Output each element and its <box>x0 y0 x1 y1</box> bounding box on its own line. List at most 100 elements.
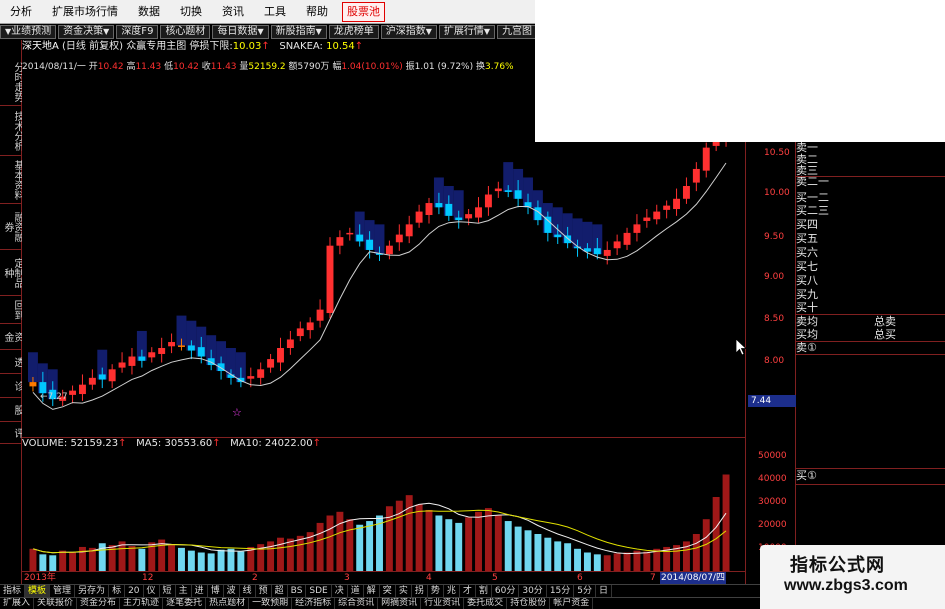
toolbar-ipo-guide[interactable]: 新股指南▼ <box>270 25 327 39</box>
indicator-tab[interactable]: 日 <box>596 585 613 597</box>
indicator-tab[interactable]: 实 <box>396 585 412 597</box>
volume-bar <box>603 555 611 571</box>
toolbar-dragon-tiger[interactable]: 龙虎榜单 <box>328 25 379 39</box>
function-tab[interactable]: 扩展入 <box>0 598 35 609</box>
close-value: 11.43 <box>210 62 237 72</box>
indicator-tab[interactable]: 兆 <box>444 585 460 597</box>
date-label: 12 <box>142 573 154 583</box>
menu-switch[interactable]: 切换 <box>170 0 212 24</box>
stock-name: 深天地A <box>22 41 59 52</box>
candle-body <box>336 237 344 246</box>
vtab-margin[interactable]: 融资融券 <box>0 204 22 250</box>
indicator-tab[interactable]: 预 <box>256 585 272 597</box>
indicator-tab[interactable]: 15分 <box>547 585 575 597</box>
indicator-tab[interactable]: 仪 <box>144 585 160 597</box>
indicator-tab[interactable]: 道 <box>348 585 364 597</box>
indicator-tab[interactable]: 割 <box>476 585 492 597</box>
total-buy-label: 总买 <box>874 328 896 341</box>
function-tab[interactable]: 主力轨迹 <box>120 598 164 609</box>
candle-body <box>623 232 631 245</box>
price-tick: 9.00 <box>764 272 785 282</box>
function-tab[interactable]: 逐笔委托 <box>163 598 207 609</box>
indicator-tab[interactable]: 势 <box>428 585 444 597</box>
toolbar-nine-grid[interactable]: 九宫图 <box>497 25 535 39</box>
toolbar-fund-decision[interactable]: 资金决策▼ <box>58 25 115 39</box>
indicator-tab[interactable]: 20 <box>125 585 144 597</box>
menu-tools[interactable]: 工具 <box>254 0 296 24</box>
volume-bar <box>435 515 443 571</box>
candle-body <box>158 348 166 354</box>
indicator-tab[interactable]: 标 <box>109 585 126 597</box>
indicator-tab[interactable]: SDE <box>306 585 332 597</box>
menu-data[interactable]: 数据 <box>128 0 170 24</box>
volume-chart[interactable] <box>22 450 745 571</box>
indicator-tab[interactable]: 才 <box>460 585 476 597</box>
function-tab[interactable]: 持仓股份 <box>507 598 551 609</box>
indicator-tab[interactable]: 模板 <box>25 585 51 597</box>
indicator-tab[interactable]: 另存为 <box>75 585 110 597</box>
menu-help[interactable]: 帮助 <box>296 0 338 24</box>
toolbar-extended-quotes[interactable]: 扩展行情▼ <box>438 25 496 39</box>
function-tab[interactable]: 经济指标 <box>292 598 336 609</box>
function-tab[interactable]: 关联报价 <box>34 598 78 609</box>
quote-date: 2014/08/11/一 <box>22 62 86 72</box>
vtab-back[interactable]: 回到 <box>0 296 22 324</box>
date-label: 4 <box>426 573 432 583</box>
vtab-diagnose[interactable]: 诊 <box>0 374 22 398</box>
toolbar-earnings-forecast[interactable]: ▼业绩预测 <box>0 25 57 39</box>
indicator-tab[interactable]: 拐 <box>412 585 428 597</box>
candle-body <box>673 198 681 210</box>
menu-stock-pool[interactable]: 股票池 <box>342 1 385 22</box>
toolbar-sh-sz-index[interactable]: 沪深指数▼ <box>380 25 437 39</box>
toolbar-depth-f9[interactable]: 深度F9 <box>116 25 159 39</box>
candle-body <box>247 376 255 379</box>
indicator-tab[interactable]: 博 <box>208 585 224 597</box>
vtab-thru[interactable]: 透 <box>0 350 22 374</box>
snake-value: 10.54 <box>326 41 355 52</box>
vtab-intraday[interactable]: 分时走势 <box>0 58 22 106</box>
up-arrow-icon: ↑ <box>261 41 270 52</box>
indicator-tab[interactable]: 超 <box>272 585 288 597</box>
indicator-tab[interactable]: 决 <box>332 585 348 597</box>
indicator-tab[interactable]: 解 <box>364 585 380 597</box>
indicator-tab[interactable]: 管理 <box>50 585 76 597</box>
function-tab[interactable]: 热点题材 <box>206 598 250 609</box>
mouse-cursor-icon <box>735 338 747 356</box>
function-tab[interactable]: 行业资讯 <box>421 598 465 609</box>
vtab-custom[interactable]: 定制品种 <box>0 250 22 296</box>
function-tab[interactable]: 帐户资金 <box>550 598 594 609</box>
date-label: 2013年 <box>24 573 56 583</box>
indicator-tab[interactable]: 指标 <box>0 585 26 597</box>
indicator-tab[interactable]: 主 <box>176 585 192 597</box>
book-row: 买四 <box>796 218 818 231</box>
toolbar-daily-data[interactable]: 每日数据▼ <box>212 25 269 39</box>
date-axis: 2013年 12 2 3 4 5 6 7 <box>22 572 745 584</box>
indicator-tab[interactable]: 线 <box>240 585 256 597</box>
function-tab[interactable]: 委托成交 <box>464 598 508 609</box>
toolbar-core-theme[interactable]: 核心题材 <box>160 25 211 39</box>
indicator-tab[interactable]: 60分 <box>492 585 520 597</box>
indicator-tab[interactable]: 突 <box>380 585 396 597</box>
indicator-tab[interactable]: 短 <box>160 585 176 597</box>
vtab-stock[interactable]: 股 <box>0 398 22 422</box>
function-tab[interactable]: 综合资讯 <box>335 598 379 609</box>
function-tab[interactable]: 一致预期 <box>249 598 293 609</box>
open-label: 开 <box>88 62 98 72</box>
indicator-tab[interactable]: 5分 <box>574 585 596 597</box>
price-tick: 10.00 <box>764 188 790 198</box>
candle-body <box>544 216 552 233</box>
function-tab[interactable]: 网摘资讯 <box>378 598 422 609</box>
vtab-funds[interactable]: 资金 <box>0 324 22 350</box>
vtab-fundamentals[interactable]: 基本资料 <box>0 156 22 204</box>
indicator-tab[interactable]: 30分 <box>519 585 547 597</box>
menu-extended-market[interactable]: 扩展市场行情 <box>42 0 128 24</box>
indicator-tab[interactable]: BS <box>288 585 307 597</box>
indicator-tab[interactable]: 进 <box>192 585 208 597</box>
volume-bar <box>346 519 354 571</box>
function-tab[interactable]: 资金分布 <box>77 598 121 609</box>
menu-news[interactable]: 资讯 <box>212 0 254 24</box>
vtab-technical[interactable]: 技术分析 <box>0 106 22 156</box>
indicator-tab[interactable]: 波 <box>224 585 240 597</box>
menu-analysis[interactable]: 分析 <box>0 0 42 24</box>
vtab-review[interactable]: 评 <box>0 422 22 444</box>
